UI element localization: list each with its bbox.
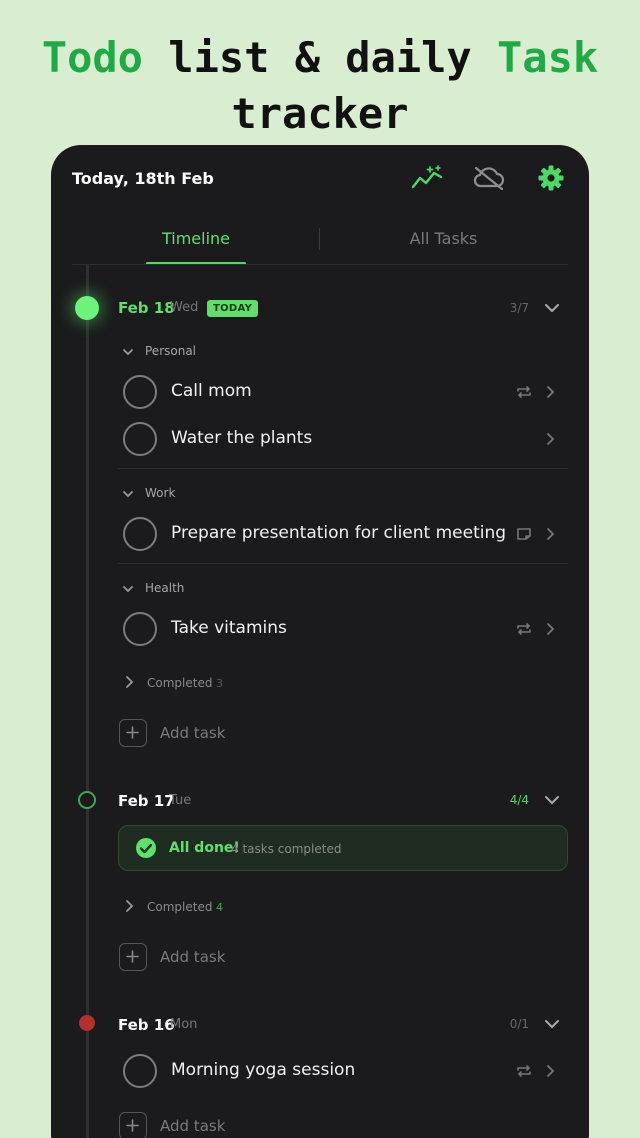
- chevron-right-icon[interactable]: [545, 526, 555, 542]
- day-weekday: Wed: [170, 300, 199, 315]
- add-task-label[interactable]: Add task: [160, 948, 225, 966]
- check-circle-icon: [136, 838, 156, 858]
- tab-all-tasks[interactable]: All Tasks: [391, 229, 496, 248]
- chevron-down-icon[interactable]: [544, 794, 560, 806]
- tabs-bottom-border: [72, 264, 568, 265]
- day-weekday: Tue: [169, 793, 192, 808]
- add-task-button[interactable]: [119, 943, 147, 971]
- completed-toggle[interactable]: Completed: [147, 900, 212, 914]
- category-label[interactable]: Health: [145, 581, 184, 595]
- page-title: Today, 18th Feb: [72, 169, 214, 188]
- chevron-right-icon[interactable]: [545, 621, 555, 637]
- day-date: Feb 18: [118, 299, 175, 317]
- headline-word-list: list & daily: [168, 33, 472, 82]
- chevron-down-icon[interactable]: [122, 584, 134, 594]
- all-done-subtitle: 4 tasks completed: [231, 842, 342, 856]
- timeline-dot-overdue: [79, 1015, 95, 1031]
- repeat-icon: [516, 384, 532, 400]
- add-task-label[interactable]: Add task: [160, 1117, 225, 1135]
- task-title[interactable]: Prepare presentation for client meeting: [171, 523, 506, 543]
- repeat-icon: [516, 1063, 532, 1079]
- timeline-dot-done: [78, 791, 96, 809]
- promo-headline: Todo list & daily Task tracker: [0, 30, 640, 142]
- category-label[interactable]: Personal: [145, 344, 196, 358]
- task-title[interactable]: Morning yoga session: [171, 1060, 355, 1080]
- group-divider: [118, 468, 568, 469]
- app-screen: Today, 18th Feb Timeline All Tasks Feb 1…: [51, 145, 589, 1138]
- chevron-down-icon[interactable]: [122, 347, 134, 357]
- chevron-down-icon[interactable]: [544, 302, 560, 314]
- day-weekday: Mon: [170, 1017, 198, 1032]
- chevron-right-icon[interactable]: [124, 675, 134, 689]
- task-checkbox[interactable]: [123, 375, 157, 409]
- chevron-right-icon[interactable]: [545, 431, 555, 447]
- add-task-label[interactable]: Add task: [160, 724, 225, 742]
- headline-word-task: Task: [497, 33, 599, 82]
- completed-count: 3: [216, 677, 223, 690]
- today-badge: TODAY: [207, 300, 259, 317]
- chevron-right-icon[interactable]: [124, 899, 134, 913]
- day-progress-count: 4/4: [509, 793, 529, 807]
- note-icon: [516, 526, 532, 542]
- timeline-line: [86, 265, 89, 1138]
- timeline-dot-today: [75, 296, 99, 320]
- category-label[interactable]: Work: [145, 486, 175, 500]
- tab-timeline[interactable]: Timeline: [146, 229, 246, 248]
- task-checkbox[interactable]: [123, 422, 157, 456]
- day-progress-count: 0/1: [509, 1017, 529, 1031]
- chevron-down-icon[interactable]: [544, 1018, 560, 1030]
- headline-word-todo: Todo: [41, 33, 143, 82]
- add-task-button[interactable]: [119, 719, 147, 747]
- completed-count: 4: [216, 901, 223, 914]
- day-date: Feb 17: [118, 792, 175, 810]
- chevron-right-icon[interactable]: [545, 384, 555, 400]
- group-divider: [118, 563, 568, 564]
- repeat-icon: [516, 621, 532, 637]
- headline-word-tracker: tracker: [231, 89, 409, 138]
- day-date: Feb 16: [118, 1016, 175, 1034]
- cloud-off-icon[interactable]: [472, 165, 506, 191]
- sparkle-chart-icon[interactable]: [411, 165, 443, 191]
- task-checkbox[interactable]: [123, 1054, 157, 1088]
- chevron-down-icon[interactable]: [122, 489, 134, 499]
- task-title[interactable]: Call mom: [171, 381, 252, 401]
- task-checkbox[interactable]: [123, 612, 157, 646]
- task-title[interactable]: Water the plants: [171, 428, 312, 448]
- task-checkbox[interactable]: [123, 517, 157, 551]
- task-title[interactable]: Take vitamins: [171, 618, 287, 638]
- completed-toggle[interactable]: Completed: [147, 676, 212, 690]
- day-progress-count: 3/7: [509, 301, 529, 315]
- add-task-button[interactable]: [119, 1112, 147, 1138]
- tab-divider: [319, 228, 320, 250]
- all-done-title: All done!: [169, 840, 240, 856]
- chevron-right-icon[interactable]: [545, 1063, 555, 1079]
- gear-icon[interactable]: [537, 164, 565, 192]
